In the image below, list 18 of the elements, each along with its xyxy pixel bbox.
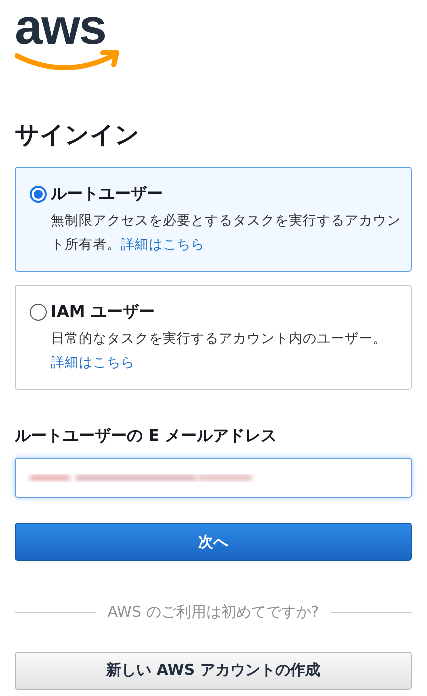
learn-more-link[interactable]: 詳細はこちら bbox=[51, 355, 135, 371]
create-account-button[interactable]: 新しい AWS アカウントの作成 bbox=[15, 652, 412, 690]
divider-text: AWS のご利用は初めてですか? bbox=[108, 602, 320, 623]
field-label: ルートユーザーの E メールアドレス bbox=[15, 425, 278, 447]
logo-text: aws bbox=[15, 2, 106, 52]
next-button[interactable]: 次へ bbox=[15, 523, 412, 561]
option-label: ルートユーザー bbox=[51, 183, 163, 205]
email-input-field[interactable] bbox=[15, 458, 412, 498]
option-label: IAM ユーザー bbox=[51, 301, 155, 323]
user-type-option[interactable]: ルートユーザー 無制限アクセスを必要とするタスクを実行するアカウント所有者。詳細はこちら bbox=[15, 167, 412, 272]
radio-button[interactable] bbox=[30, 186, 47, 202]
option-description: 無制限アクセスを必要とするタスクを実行するアカウント所有者。詳細はこちら bbox=[50, 212, 401, 255]
learn-more-link[interactable]: 詳細はこちら bbox=[121, 237, 205, 253]
radio-button[interactable] bbox=[30, 304, 47, 320]
user-type-option[interactable]: IAM ユーザー 日常的なタスクを実行するアカウント内のユーザー。 詳細はこちら bbox=[15, 285, 412, 390]
page-heading: サインイン bbox=[15, 120, 141, 150]
option-description: 日常的なタスクを実行するアカウント内のユーザー。 詳細はこちら bbox=[50, 330, 388, 373]
smile-arrow-icon bbox=[15, 50, 121, 72]
